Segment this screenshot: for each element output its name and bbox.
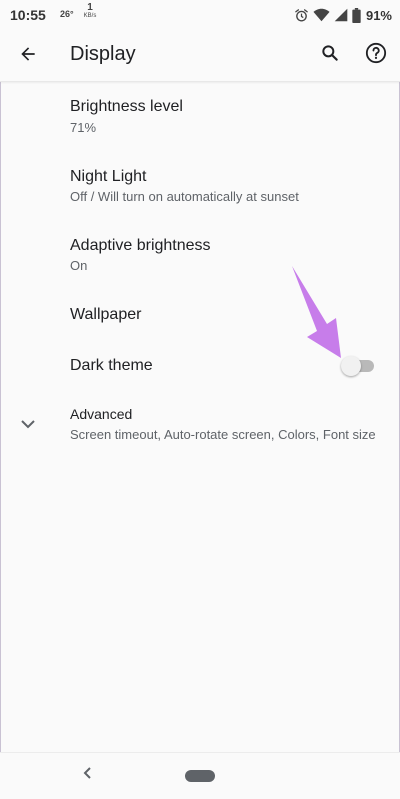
- alarm-icon: [294, 8, 309, 23]
- advanced-summary: Screen timeout, Auto-rotate screen, Colo…: [70, 427, 376, 442]
- annotation-arrow-icon: [285, 262, 355, 362]
- back-button[interactable]: [14, 42, 42, 70]
- advanced-title: Advanced: [70, 406, 133, 422]
- setting-title: Wallpaper: [70, 306, 142, 323]
- chevron-down-icon: [16, 414, 40, 434]
- setting-summary: 71%: [70, 120, 97, 135]
- setting-summary: Off / Will turn on automatically at suns…: [70, 189, 299, 204]
- help-button[interactable]: [362, 41, 390, 69]
- page-title: Display: [70, 43, 136, 65]
- signal-icon: [334, 8, 348, 22]
- setting-title: Brightness level: [70, 98, 183, 115]
- battery-percent: 91%: [365, 7, 392, 23]
- back-arrow-icon: [18, 44, 38, 69]
- wifi-icon: [313, 8, 330, 22]
- net-speed-unit: KB/s: [83, 13, 97, 19]
- setting-advanced[interactable]: [0, 398, 400, 452]
- status-icons: 91%: [294, 6, 392, 24]
- setting-title: Night Light: [70, 168, 147, 185]
- status-temperature: 26°: [60, 9, 74, 19]
- navigation-bar: [0, 752, 400, 799]
- setting-title: Dark theme: [70, 357, 153, 374]
- search-icon: [320, 43, 340, 68]
- setting-brightness-level[interactable]: Brightness level 71%: [0, 84, 400, 148]
- setting-title: Adaptive brightness: [70, 237, 211, 254]
- home-pill-icon[interactable]: [185, 770, 215, 782]
- help-icon: [365, 42, 387, 69]
- status-time: 10:55: [10, 7, 46, 23]
- net-speed-value: 1: [87, 2, 93, 13]
- setting-night-light[interactable]: Night Light Off / Will turn on automatic…: [0, 154, 400, 218]
- setting-summary: On: [70, 258, 88, 273]
- search-button[interactable]: [316, 41, 344, 69]
- app-bar: Display: [0, 30, 400, 82]
- nav-back-button[interactable]: [78, 765, 98, 785]
- status-net-speed: 1 KB/s: [83, 3, 97, 21]
- nav-back-icon: [83, 766, 93, 785]
- battery-icon: [352, 7, 361, 23]
- status-bar: 10:55 26° 1 KB/s 91%: [0, 0, 400, 30]
